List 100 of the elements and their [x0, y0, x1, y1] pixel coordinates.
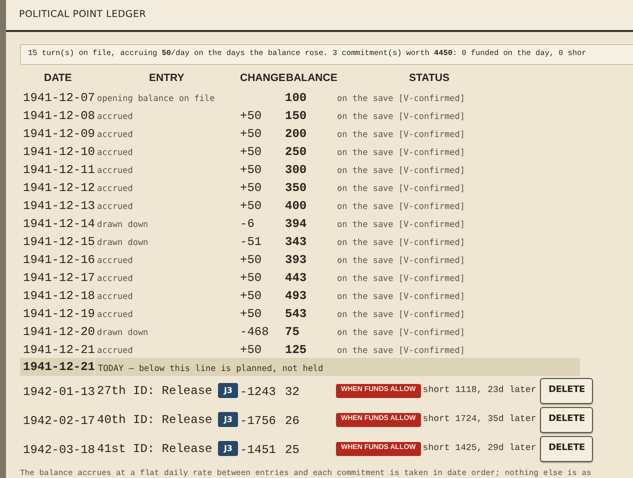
- change-cell: +50: [240, 181, 262, 195]
- entry-cell-text: 40th ID: Release: [97, 412, 212, 428]
- change-cell: +50: [240, 127, 262, 141]
- today-label: TODAY — below this line is planned, not held: [98, 364, 324, 374]
- delete-button[interactable]: DELETE: [540, 436, 594, 462]
- column-header: STATUS: [408, 71, 450, 86]
- status-cell: on the save [V-confirmed]: [337, 328, 465, 338]
- delete-button[interactable]: DELETE: [540, 378, 594, 404]
- balance-cell: 393: [285, 253, 307, 267]
- change-cell: -1451: [240, 442, 276, 456]
- shortfall-note: short 1724, 35d later: [422, 412, 536, 426]
- balance-cell: 300: [285, 163, 307, 177]
- change-cell: -51: [240, 235, 262, 249]
- balance-cell: 343: [285, 235, 307, 249]
- date-cell: 1942-02-17: [23, 414, 96, 428]
- change-cell: +50: [240, 109, 262, 123]
- status-cell: on the save [V-confirmed]: [337, 166, 465, 176]
- entry-cell: accrued: [97, 166, 133, 176]
- unit-badge: J3: [218, 383, 238, 398]
- status-cell: on the save [V-confirmed]: [337, 112, 465, 122]
- date-cell: 1941-12-08: [23, 109, 96, 123]
- date-cell: 1941-12-16: [23, 253, 96, 267]
- unit-badge: J3: [218, 412, 238, 427]
- date-cell: 1942-01-13: [23, 384, 96, 398]
- change-cell: -1756: [240, 414, 276, 428]
- balance-cell: 493: [285, 289, 307, 303]
- status-cell: on the save [V-confirmed]: [337, 310, 465, 320]
- change-cell: +50: [240, 163, 262, 177]
- status-cell: on the save [V-confirmed]: [337, 130, 465, 140]
- unit-badge: J3: [218, 441, 238, 456]
- status-cell: on the save [V-confirmed]: [337, 220, 465, 230]
- balance-cell: 394: [285, 217, 307, 231]
- column-header: BALANCE: [286, 71, 337, 86]
- balance-cell: 543: [285, 307, 307, 321]
- balance-cell: 25: [285, 442, 300, 456]
- balance-cell: 400: [285, 199, 307, 213]
- balance-cell: 32: [285, 384, 300, 398]
- column-header: CHANGE: [240, 71, 286, 86]
- entry-cell: accrued: [97, 130, 133, 140]
- balance-cell: 150: [285, 109, 307, 123]
- shortfall-note: short 1425, 29d later: [422, 442, 536, 455]
- status-cell: on the save [V-confirmed]: [337, 202, 465, 212]
- change-cell: +50: [240, 343, 262, 357]
- balance-cell: 75: [285, 325, 300, 339]
- column-header: ENTRY: [148, 71, 186, 86]
- date-cell: 1941-12-18: [23, 289, 96, 303]
- change-cell: +50: [240, 271, 262, 285]
- entry-cell: accrued: [97, 148, 133, 158]
- balance-cell: 100: [285, 91, 307, 105]
- change-cell: +50: [240, 253, 262, 267]
- balance-cell: 200: [285, 127, 307, 141]
- balance-cell: 443: [285, 271, 307, 285]
- entry-cell: drawn down: [97, 238, 148, 248]
- entry-cell: accrued: [97, 310, 133, 320]
- status-cell: on the save [V-confirmed]: [337, 346, 465, 356]
- date-cell: 1941-12-10: [23, 145, 96, 159]
- entry-cell: accrued: [97, 274, 133, 284]
- entry-cell: accrued: [97, 184, 133, 194]
- entry-cell: accrued: [97, 256, 133, 266]
- entry-cell: drawn down: [97, 220, 148, 230]
- date-cell: 1941-12-21: [23, 343, 96, 357]
- entry-cell-text: 27th ID: Release: [97, 382, 212, 400]
- status-cell: on the save [V-confirmed]: [337, 256, 465, 266]
- column-header: DATE: [43, 71, 73, 86]
- change-cell: +50: [240, 289, 262, 303]
- entry-cell: accrued: [97, 112, 133, 122]
- status-cell: on the save [V-confirmed]: [337, 148, 465, 158]
- panel-title: POLITICAL POINT LEDGER: [19, 8, 146, 22]
- change-cell: -1243: [240, 384, 276, 398]
- change-cell: -6: [240, 217, 254, 231]
- status-cell: on the save [V-confirmed]: [337, 274, 465, 284]
- footer-note: The balance accrues at a flat daily rate between entries and each commitment is taken in date order; nothing else is as: [20, 469, 592, 478]
- entry-cell: accrued: [97, 346, 133, 356]
- date-cell-text: 1941-12-21: [23, 359, 96, 376]
- entry-cell: opening balance on file: [97, 94, 215, 104]
- delete-button[interactable]: DELETE: [540, 406, 594, 432]
- date-cell: 1941-12-12: [23, 181, 96, 195]
- date-cell: 1941-12-13: [23, 199, 96, 213]
- status-cell: on the save [V-confirmed]: [337, 292, 465, 302]
- date-cell: 1941-12-17: [23, 271, 96, 285]
- shortfall-note: short 1118, 23d later: [422, 384, 536, 397]
- change-cell: +50: [240, 145, 262, 159]
- balance-cell: 350: [285, 181, 307, 195]
- date-cell: 1941-12-19: [23, 307, 96, 321]
- date-cell: 1941-12-14: [23, 217, 96, 231]
- balance-cell: 125: [285, 343, 307, 357]
- balance-cell: 26: [285, 414, 300, 428]
- entry-cell-text: 41st ID: Release: [97, 440, 212, 458]
- status-cell: on the save [V-confirmed]: [337, 184, 465, 194]
- entry-cell: drawn down: [97, 328, 148, 338]
- date-cell: 1941-12-15: [23, 235, 96, 249]
- status-cell: on the save [V-confirmed]: [337, 94, 465, 104]
- entry-cell: accrued: [97, 202, 133, 212]
- date-cell: 1941-12-20: [23, 325, 96, 339]
- balance-cell: 250: [285, 145, 307, 159]
- status-cell: on the save [V-confirmed]: [337, 238, 465, 248]
- change-cell: -468: [240, 325, 269, 339]
- entry-cell: accrued: [97, 292, 133, 302]
- date-cell: 1941-12-11: [23, 163, 96, 177]
- change-cell: +50: [240, 307, 262, 321]
